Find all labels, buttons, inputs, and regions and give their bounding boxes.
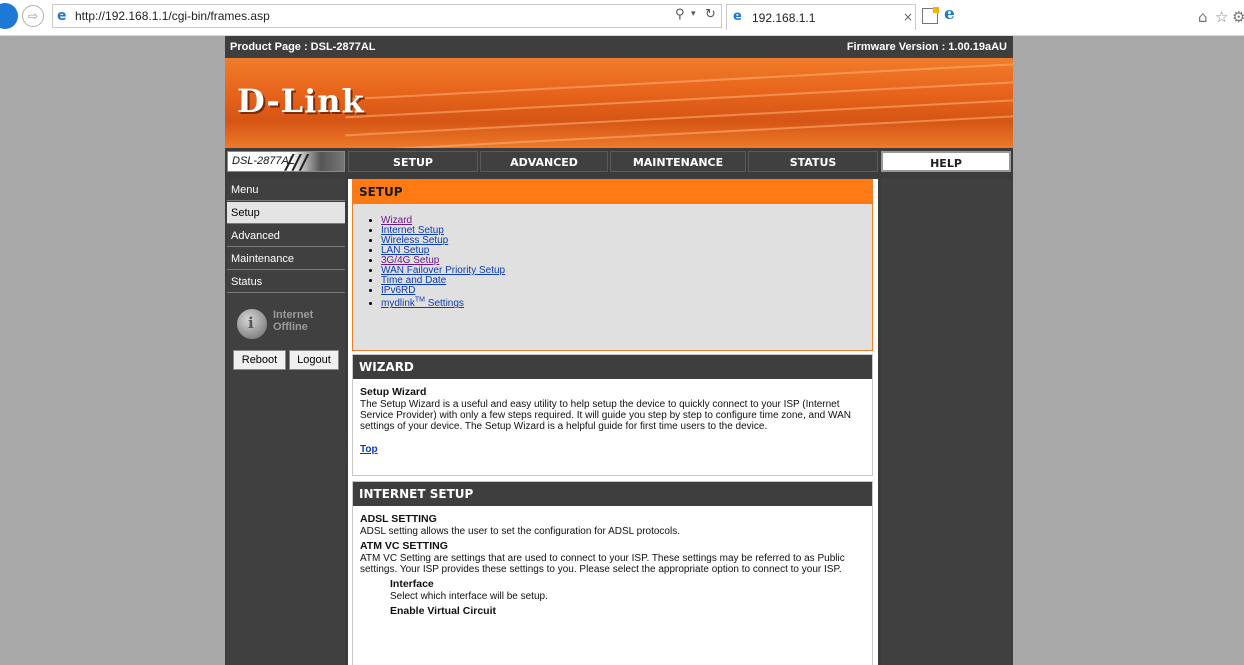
banner-stripe — [345, 61, 1013, 101]
mydlink-settings-link[interactable]: mydlinkTM Settings — [381, 297, 464, 310]
tab-advanced[interactable]: ADVANCED — [480, 151, 608, 172]
adsl-setting-title: ADSL SETTING — [360, 513, 437, 525]
ie-icon: e — [57, 8, 67, 24]
mydlink-suffix: Settings — [425, 298, 464, 310]
setup-section: SETUP Wizard Internet Setup Wireless Set… — [352, 179, 873, 351]
setup-link-list: Wizard Internet Setup Wireless Setup LAN… — [381, 216, 872, 309]
main-content: SETUP Wizard Internet Setup Wireless Set… — [348, 179, 878, 665]
sidebar-item-setup[interactable]: Setup — [227, 202, 345, 224]
wizard-subtitle: Setup Wizard — [360, 386, 427, 398]
tab-setup[interactable]: SETUP — [348, 151, 478, 172]
sidebar-item-advanced[interactable]: Advanced — [227, 225, 345, 247]
internet-setup-section: INTERNET SETUP ADSL SETTING ADSL setting… — [352, 481, 873, 665]
model-badge: DSL-2877AL /// — [227, 150, 345, 174]
back-button[interactable] — [0, 3, 18, 29]
top-link[interactable]: Top — [360, 444, 378, 455]
wizard-section-title: WIZARD — [353, 355, 872, 379]
logout-button[interactable]: Logout — [289, 350, 339, 370]
browser-toolbar: ⇨ e http://192.168.1.1/cgi-bin/frames.as… — [0, 0, 1244, 36]
new-tab-button[interactable] — [922, 7, 939, 24]
atm-vc-description: ATM VC Setting are settings that are use… — [360, 553, 845, 575]
address-url[interactable]: http://192.168.1.1/cgi-bin/frames.asp — [75, 9, 270, 23]
product-bar: Product Page : DSL-2877AL Firmware Versi… — [225, 36, 1013, 58]
internet-status-line1: Internet — [273, 309, 314, 321]
wizard-section: WIZARD Setup Wizard The Setup Wizard is … — [352, 354, 873, 476]
help-column — [881, 179, 1011, 665]
product-page-label: Product Page : DSL-2877AL — [230, 41, 376, 53]
sidebar-header: Menu — [227, 179, 345, 201]
forward-button[interactable]: ⇨ — [22, 5, 44, 27]
banner-stripe — [345, 97, 1013, 137]
internet-status: Internet Offline — [273, 309, 313, 333]
atm-vc-title: ATM VC SETTING — [360, 540, 448, 552]
adsl-setting-description: ADSL setting allows the user to set the … — [360, 526, 680, 537]
router-ui: Product Page : DSL-2877AL Firmware Versi… — [225, 36, 1013, 665]
wizard-description: The Setup Wizard is a useful and easy ut… — [360, 399, 851, 432]
search-icon[interactable]: ⚲ — [675, 7, 685, 22]
star-icon[interactable]: ☆ — [1215, 8, 1228, 26]
tab-help[interactable]: HELP — [881, 151, 1011, 172]
refresh-icon[interactable]: ↻ — [705, 7, 716, 22]
tab-maintenance[interactable]: MAINTENANCE — [610, 151, 746, 172]
page-background: Product Page : DSL-2877AL Firmware Versi… — [0, 36, 1244, 665]
forward-icon: ⇨ — [27, 9, 39, 23]
internet-status-icon — [237, 309, 267, 339]
reboot-button[interactable]: Reboot — [233, 350, 286, 370]
tab-status[interactable]: STATUS — [748, 151, 878, 172]
internet-section-title: INTERNET SETUP — [353, 482, 872, 506]
dlink-logo: D-Link — [237, 82, 365, 120]
interface-description: Select which interface will be setup. — [390, 591, 548, 602]
interface-title: Interface — [390, 578, 434, 590]
sidebar-item-status[interactable]: Status — [227, 271, 345, 293]
ipv6rd-link[interactable]: IPv6RD — [381, 285, 415, 296]
brand-banner: D-Link — [225, 58, 1013, 148]
edge-icon[interactable]: e — [944, 4, 955, 24]
firmware-version: Firmware Version : 1.00.19aAU — [846, 41, 1007, 53]
address-bar[interactable]: e http://192.168.1.1/cgi-bin/frames.asp … — [52, 4, 722, 28]
sidebar: Menu Setup Advanced Maintenance Status I… — [227, 179, 345, 665]
banner-stripe — [345, 79, 1013, 119]
browser-tab[interactable]: e 192.168.1.1 × — [726, 4, 916, 30]
sidebar-item-maintenance[interactable]: Maintenance — [227, 248, 345, 270]
model-slashes: /// — [286, 150, 308, 174]
enable-vc-title: Enable Virtual Circuit — [390, 605, 496, 617]
internet-status-line2: Offline — [273, 321, 308, 333]
home-icon[interactable]: ⌂ — [1198, 8, 1208, 26]
close-icon[interactable]: × — [903, 10, 913, 24]
trademark: TM — [414, 297, 426, 304]
mydlink-label: mydlink — [381, 298, 415, 310]
chevron-down-icon[interactable]: ▾ — [691, 9, 696, 19]
settings-icon[interactable]: ⚙ — [1232, 8, 1244, 26]
ie-icon: e — [733, 9, 742, 24]
top-nav: DSL-2877AL /// SETUP ADVANCED MAINTENANC… — [225, 148, 1013, 174]
setup-section-title: SETUP — [353, 180, 872, 204]
tab-title: 192.168.1.1 — [752, 11, 816, 25]
